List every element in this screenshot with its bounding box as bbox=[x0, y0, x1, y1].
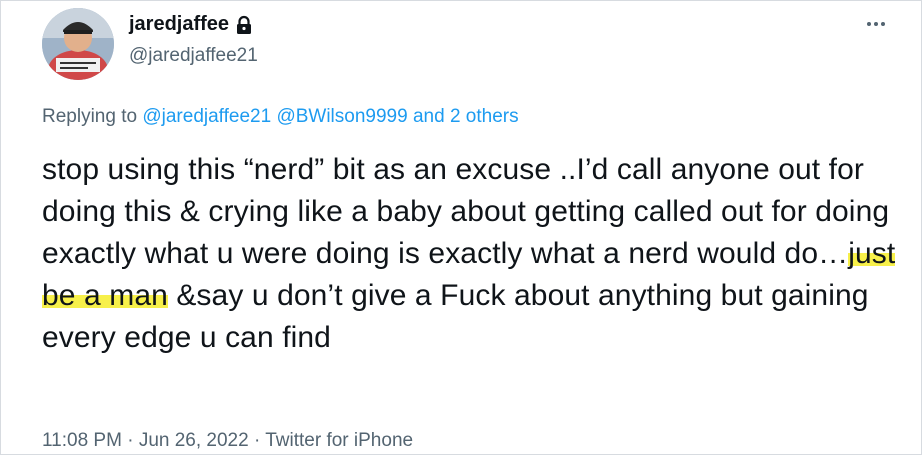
tweet-time[interactable]: 11:08 PM bbox=[42, 430, 122, 451]
reply-mention-1[interactable]: @jaredjaffee21 bbox=[142, 106, 271, 127]
more-horizontal-icon[interactable] bbox=[863, 13, 889, 35]
tweet-text-part: stop using this “nerd” bit as an excuse … bbox=[42, 153, 890, 270]
author-name-row[interactable]: jaredjaffee bbox=[129, 13, 253, 36]
reply-others-link[interactable]: and 2 others bbox=[413, 106, 519, 127]
avatar[interactable] bbox=[42, 8, 114, 80]
meta-separator: · bbox=[127, 430, 134, 451]
tweet-card: jaredjaffee @jaredjaffee21 Replying to @… bbox=[0, 0, 922, 455]
author-handle[interactable]: @jaredjaffee21 bbox=[129, 45, 258, 67]
user-avatar-image bbox=[42, 8, 114, 80]
author-display-name[interactable]: jaredjaffee bbox=[129, 13, 229, 36]
replying-to-line: Replying to @jaredjaffee21 @BWilson9999 … bbox=[42, 106, 519, 128]
tweet-metadata: 11:08 PM · Jun 26, 2022 · Twitter for iP… bbox=[42, 430, 413, 452]
replying-to-label: Replying to bbox=[42, 106, 138, 127]
reply-mention-2[interactable]: @BWilson9999 bbox=[276, 106, 407, 127]
tweet-text: stop using this “nerd” bit as an excuse … bbox=[42, 149, 902, 359]
meta-separator: · bbox=[253, 430, 261, 451]
lock-icon bbox=[237, 15, 252, 34]
tweet-source: Twitter for iPhone bbox=[265, 430, 414, 451]
tweet-date[interactable]: Jun 26, 2022 bbox=[139, 430, 249, 451]
